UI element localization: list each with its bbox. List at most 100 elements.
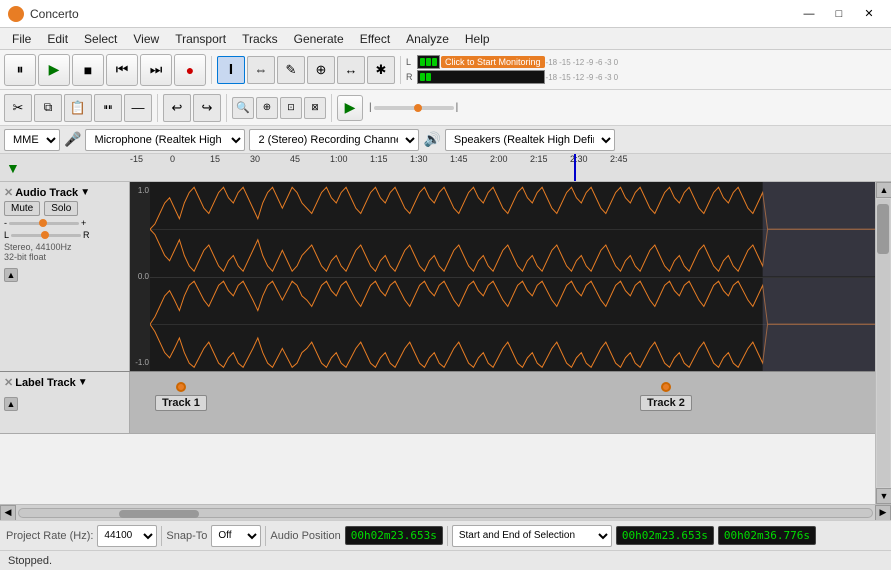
bottom-sep-3 [447, 526, 448, 546]
menu-file[interactable]: File [4, 30, 39, 48]
time-display-start[interactable]: 00h02m23.653s [616, 526, 714, 545]
record-button[interactable]: ● [174, 54, 206, 86]
cut-button[interactable]: ✂ [4, 94, 32, 122]
redo-button[interactable]: ↪ [193, 94, 221, 122]
hscroll-track [18, 508, 873, 518]
menu-view[interactable]: View [125, 30, 167, 48]
ruler-tick-115: 1:15 [370, 154, 388, 164]
ruler-tick-neg15: -15 [130, 154, 143, 164]
label-track-dropdown[interactable]: ▼ [78, 377, 88, 388]
audio-waveform[interactable]: 1.0 0.0 -1.0 [130, 182, 875, 371]
menu-help[interactable]: Help [457, 30, 498, 48]
menu-tracks[interactable]: Tracks [234, 30, 286, 48]
vscroll-up-button[interactable]: ▲ [876, 182, 891, 198]
scale-label-bot: -1.0 [131, 358, 149, 367]
label-track-close[interactable]: ✕ [4, 376, 13, 389]
microphone-select[interactable]: Microphone (Realtek High Defini [85, 129, 245, 151]
channels-select[interactable]: 2 (Stereo) Recording Channels [249, 129, 419, 151]
menu-edit[interactable]: Edit [39, 30, 76, 48]
label-dot-1 [176, 382, 186, 392]
audio-track-dropdown[interactable]: ▼ [80, 187, 90, 198]
copy-button[interactable]: ⧉ [34, 94, 62, 122]
label-marker-1[interactable]: Track 1 [155, 382, 207, 411]
menu-effect[interactable]: Effect [352, 30, 398, 48]
monitor-button[interactable]: Click to Start Monitoring [441, 56, 545, 68]
pause-button[interactable]: ⏸ [4, 54, 36, 86]
menu-generate[interactable]: Generate [286, 30, 352, 48]
audio-track-close[interactable]: ✕ [4, 186, 13, 199]
play-button[interactable]: ▶ [38, 54, 70, 86]
zoom-fit-project-button[interactable]: ⊡ [280, 97, 302, 119]
zoom-out-button[interactable]: 🔍 [232, 97, 254, 119]
minimize-button[interactable]: — [795, 4, 823, 24]
paste-button[interactable]: 📋 [64, 94, 92, 122]
close-button[interactable]: ✕ [855, 4, 883, 24]
ruler-tick-230: 2:30 [570, 154, 588, 164]
pan-thumb[interactable] [41, 231, 49, 239]
undo-button[interactable]: ↩ [163, 94, 191, 122]
maximize-button[interactable]: □ [825, 4, 853, 24]
playback-play-button[interactable]: ▶ [337, 95, 363, 121]
toolbar-separator-4 [226, 94, 227, 122]
label-text-2: Track 2 [640, 395, 692, 411]
menu-analyze[interactable]: Analyze [398, 30, 457, 48]
selection-mode-select[interactable]: Start and End of Selection [452, 525, 612, 547]
vscroll-thumb[interactable] [877, 204, 889, 254]
collapse-button[interactable]: ▲ [4, 268, 18, 282]
project-rate-select[interactable]: 44100 [97, 525, 157, 547]
zoom-tool-button[interactable]: ⊕ [307, 56, 335, 84]
vu-meter-top [417, 55, 440, 69]
toolbar-separator-5 [331, 94, 332, 122]
timeline-ruler[interactable]: ▼ -15 0 15 30 45 1:00 1:15 1:30 1:45 2:0… [0, 154, 891, 182]
time-display-position[interactable]: 00h02m23.653s [345, 526, 443, 545]
gain-thumb[interactable] [39, 219, 47, 227]
vertical-scrollbar: ▲ ▼ [875, 182, 891, 504]
skip-back-button[interactable]: ⏮ [106, 54, 138, 86]
label-area[interactable]: Track 1 Track 2 [130, 372, 875, 433]
time-display-end[interactable]: 00h02m36.776s [718, 526, 816, 545]
hscroll-thumb[interactable] [119, 510, 199, 518]
driver-select[interactable]: MME [4, 129, 60, 151]
vscroll-down-button[interactable]: ▼ [876, 488, 891, 504]
main-area: ✕ Audio Track ▼ Mute Solo - [0, 182, 891, 520]
menu-transport[interactable]: Transport [167, 30, 234, 48]
envelope-tool-button[interactable]: ⇔ [247, 56, 275, 84]
audio-track-row: ✕ Audio Track ▼ Mute Solo - [0, 182, 875, 372]
label-track-row: ✕ Label Track ▼ ▲ Track 1 [0, 372, 875, 434]
gain-minus-label: - [4, 218, 7, 228]
mute-button[interactable]: Mute [4, 201, 40, 216]
draw-tool-button[interactable]: ✎ [277, 56, 305, 84]
playhead [574, 154, 576, 182]
snap-to-select[interactable]: Off [211, 525, 261, 547]
silence-button[interactable]: — [124, 94, 152, 122]
label-text-1: Track 1 [155, 395, 207, 411]
ruler-tick-100: 1:00 [330, 154, 348, 164]
pan-slider[interactable] [11, 234, 81, 237]
zoom-in-button[interactable]: ⊕ [256, 97, 278, 119]
project-rate-label: Project Rate (Hz): [6, 530, 93, 542]
loop-slider-thumb[interactable] [414, 104, 422, 112]
audio-track-name: Audio Track [15, 187, 78, 199]
select-tool-button[interactable]: I [217, 56, 245, 84]
skip-forward-button[interactable]: ⏭ [140, 54, 172, 86]
hscroll-left-button[interactable]: ◀ [0, 505, 16, 521]
channel-divider [150, 277, 875, 278]
horizontal-scrollbar: ◀ ▶ [0, 504, 891, 520]
trim-button[interactable]: ⏸⏸ [94, 94, 122, 122]
zoom-fit-selection-button[interactable]: ⊠ [304, 97, 326, 119]
timeshift-tool-button[interactable]: ↔ [337, 56, 365, 84]
transport-toolbar: ⏸ ▶ ■ ⏮ ⏭ ● I ⇔ ✎ ⊕ ↔ ✱ L Cli [0, 50, 891, 90]
speaker-select[interactable]: Speakers (Realtek High Definiti [445, 129, 615, 151]
multi-tool-button[interactable]: ✱ [367, 56, 395, 84]
gain-slider[interactable] [9, 222, 79, 225]
label-marker-2[interactable]: Track 2 [640, 382, 692, 411]
hscroll-right-button[interactable]: ▶ [875, 505, 891, 521]
waveform-bottom-svg [150, 277, 875, 372]
status-bar: Stopped. [0, 550, 891, 570]
stop-button[interactable]: ■ [72, 54, 104, 86]
solo-button[interactable]: Solo [44, 201, 78, 216]
label-collapse-button[interactable]: ▲ [4, 397, 18, 411]
edit-toolbar: ✂ ⧉ 📋 ⏸⏸ — ↩ ↪ 🔍 ⊕ ⊡ ⊠ ▶ | | [0, 90, 891, 126]
menu-select[interactable]: Select [76, 30, 125, 48]
ruler-tick-30: 30 [250, 154, 260, 164]
